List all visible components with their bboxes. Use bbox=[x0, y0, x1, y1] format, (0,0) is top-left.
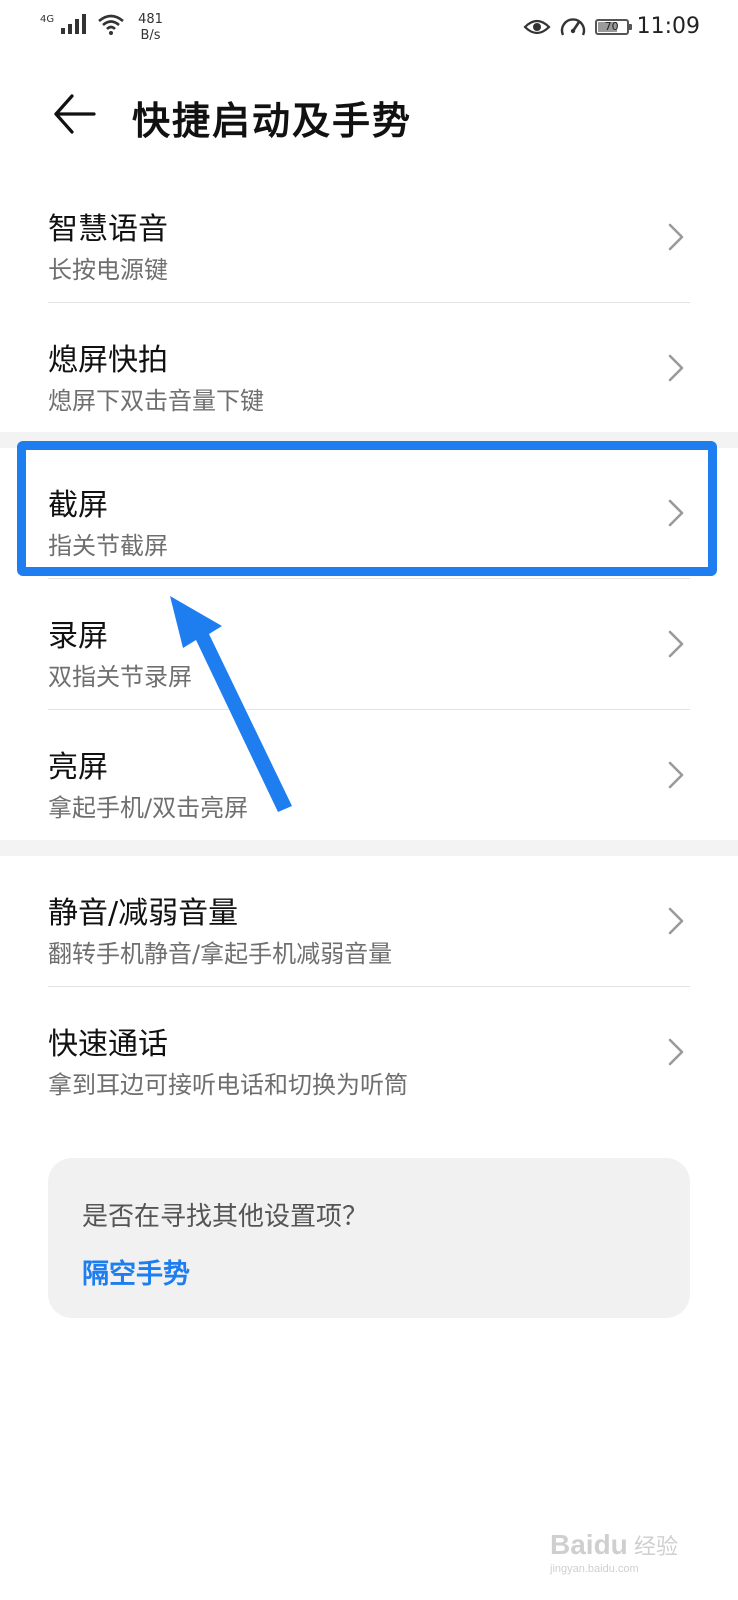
setting-item-title: 截屏 bbox=[48, 488, 108, 523]
chevron-right-icon bbox=[668, 354, 684, 382]
battery-indicator: 70 bbox=[594, 18, 632, 35]
setting-item-subtitle: 熄屏下双击音量下键 bbox=[48, 387, 264, 415]
setting-item-title: 智慧语音 bbox=[48, 212, 168, 247]
watermark-brand: Baidu bbox=[550, 1529, 628, 1560]
baidu-watermark: Baidu 经验 jingyan.baidu.com bbox=[548, 1522, 698, 1582]
page-title: 快捷启动及手势 bbox=[132, 99, 413, 143]
setting-item-screen-off-snapshot[interactable]: 熄屏快拍 熄屏下双击音量下键 bbox=[48, 303, 690, 433]
setting-item-title: 亮屏 bbox=[48, 750, 108, 785]
setting-item-smart-voice[interactable]: 智慧语音 长按电源键 bbox=[48, 172, 690, 303]
setting-item-subtitle: 翻转手机静音/拿起手机减弱音量 bbox=[48, 940, 393, 968]
setting-item-title: 录屏 bbox=[48, 619, 108, 654]
eye-icon bbox=[523, 19, 551, 34]
settings-group-1: 智慧语音 长按电源键 熄屏快拍 熄屏下双击音量下键 bbox=[0, 172, 738, 433]
wifi-icon bbox=[98, 14, 124, 35]
status-left: 4G 481 B/s bbox=[40, 12, 163, 44]
chevron-right-icon bbox=[668, 761, 684, 789]
clock: 11:09 bbox=[636, 14, 700, 39]
speed-unit: B/s bbox=[140, 28, 161, 43]
speed-value: 481 bbox=[138, 12, 163, 27]
section-gap bbox=[0, 432, 738, 448]
setting-item-wake-screen[interactable]: 亮屏 拿起手机/双击亮屏 bbox=[48, 710, 690, 840]
chevron-right-icon bbox=[668, 1038, 684, 1066]
status-right: 70 11:09 bbox=[523, 14, 700, 39]
setting-item-subtitle: 长按电源键 bbox=[48, 256, 168, 284]
hint-card: 是否在寻找其他设置项？ 隔空手势 bbox=[48, 1158, 690, 1318]
setting-item-subtitle: 拿起手机/双击亮屏 bbox=[48, 794, 249, 822]
setting-item-subtitle: 拿到耳边可接听电话和切换为听筒 bbox=[48, 1071, 408, 1099]
setting-item-subtitle: 指关节截屏 bbox=[48, 532, 168, 560]
network-speed: 481 B/s bbox=[138, 12, 163, 44]
back-arrow-icon[interactable] bbox=[50, 90, 98, 138]
setting-item-quick-call[interactable]: 快速通话 拿到耳边可接听电话和切换为听筒 bbox=[48, 987, 690, 1117]
setting-item-title: 熄屏快拍 bbox=[48, 343, 168, 378]
chevron-right-icon bbox=[668, 907, 684, 935]
signal-icon bbox=[61, 14, 87, 34]
setting-item-screenshot[interactable]: 截屏 指关节截屏 bbox=[48, 448, 690, 579]
air-gesture-link[interactable]: 隔空手势 bbox=[82, 1252, 190, 1291]
chevron-right-icon bbox=[668, 499, 684, 527]
setting-item-title: 快速通话 bbox=[48, 1027, 168, 1062]
battery-value: 70 bbox=[604, 19, 619, 33]
watermark-site: jingyan.baidu.com bbox=[549, 1563, 639, 1575]
hint-question: 是否在寻找其他设置项？ bbox=[82, 1202, 369, 1232]
chevron-right-icon bbox=[668, 630, 684, 658]
setting-item-screen-record[interactable]: 录屏 双指关节录屏 bbox=[48, 579, 690, 710]
speedometer-icon bbox=[560, 17, 585, 35]
network-type: 4G bbox=[40, 14, 55, 25]
setting-item-subtitle: 双指关节录屏 bbox=[48, 663, 192, 691]
setting-item-mute-lower-volume[interactable]: 静音/减弱音量 翻转手机静音/拿起手机减弱音量 bbox=[48, 856, 690, 987]
status-bar: 4G 481 B/s 70 11:09 bbox=[0, 0, 738, 56]
settings-group-2: 截屏 指关节截屏 录屏 双指关节录屏 亮屏 拿起手机/双击亮屏 bbox=[0, 448, 738, 840]
watermark-brand-cn: 经验 bbox=[634, 1535, 678, 1560]
app-bar: 快捷启动及手势 bbox=[0, 66, 738, 162]
settings-group-3: 静音/减弱音量 翻转手机静音/拿起手机减弱音量 快速通话 拿到耳边可接听电话和切… bbox=[0, 856, 738, 1117]
chevron-right-icon bbox=[668, 223, 684, 251]
section-gap bbox=[0, 840, 738, 856]
setting-item-title: 静音/减弱音量 bbox=[48, 896, 239, 931]
